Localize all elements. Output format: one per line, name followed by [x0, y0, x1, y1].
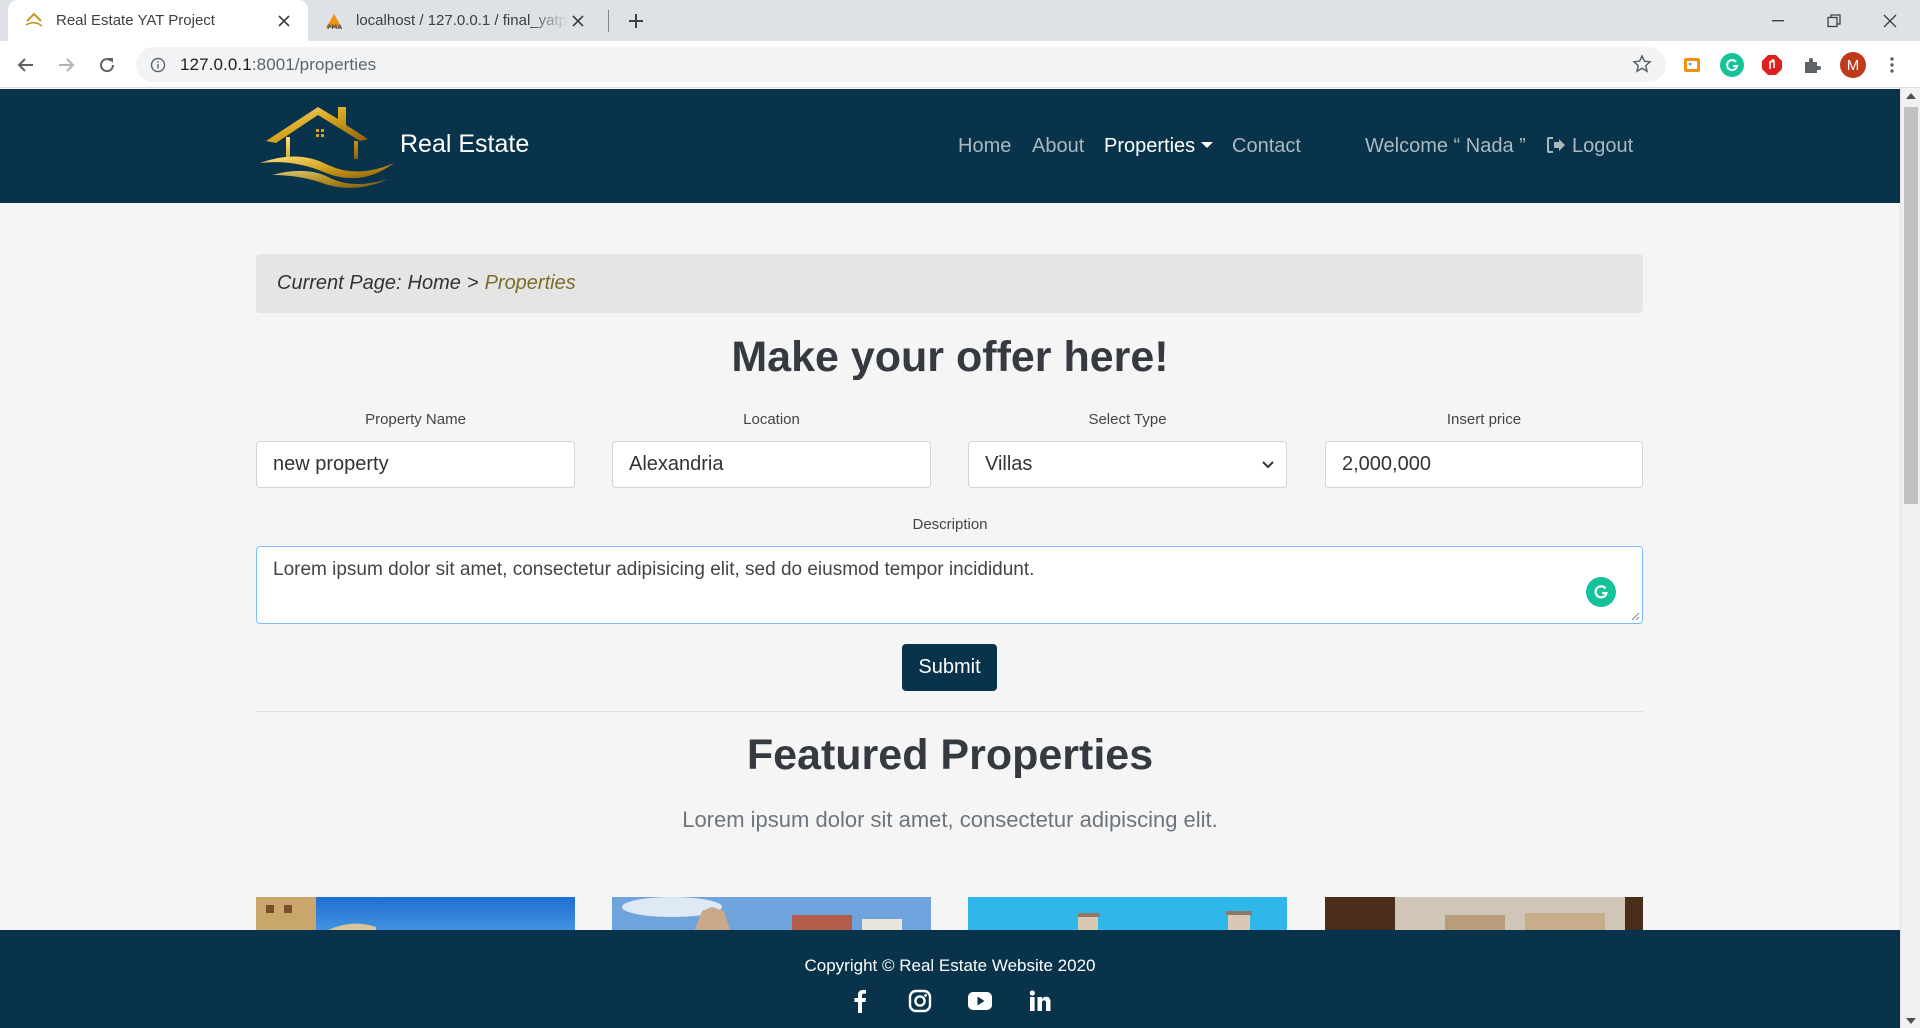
offer-heading: Make your offer here!	[731, 333, 1169, 381]
description-text: Lorem ipsum dolor sit amet, consectetur …	[273, 559, 1035, 580]
address-bar[interactable]: 127.0.0.1:8001/properties	[136, 47, 1666, 82]
price-input[interactable]: 2,000,000	[1325, 441, 1643, 488]
breadcrumb: Current Page: Home > Properties	[256, 254, 1643, 313]
grammarly-icon[interactable]	[1586, 577, 1616, 607]
tab-title: localhost / 127.0.0.1 / final_yatproject	[356, 12, 568, 29]
profile-avatar[interactable]: M	[1840, 52, 1866, 78]
url-host: 127.0.0.1	[180, 54, 252, 74]
property-name-input[interactable]: new property	[256, 441, 575, 488]
site-navbar: Real Estate Home About Properties Contac…	[0, 89, 1900, 203]
extensions-puzzle-icon[interactable]	[1800, 53, 1824, 77]
insert-price-label: Insert price	[1446, 411, 1522, 428]
type-select[interactable]: Villas	[968, 441, 1287, 488]
browser-tab-active[interactable]: Real Estate YAT Project	[8, 0, 308, 41]
linkedin-icon[interactable]	[1026, 987, 1054, 1015]
house-favicon-icon	[24, 11, 44, 31]
social-links	[0, 987, 1900, 1015]
featured-lead: Lorem ipsum dolor sit amet, consectetur …	[682, 807, 1218, 832]
site-info-icon[interactable]	[148, 55, 168, 75]
bookmark-star-icon[interactable]	[1632, 54, 1654, 76]
location-label: Location	[743, 411, 800, 428]
location-input[interactable]: Alexandria	[612, 441, 931, 488]
dropdown-caret-icon	[1201, 142, 1214, 148]
brand-name: Real Estate	[400, 129, 530, 158]
tab-title: Real Estate YAT Project	[56, 12, 215, 29]
tab-divider	[608, 10, 609, 32]
breadcrumb-current: Properties	[484, 272, 576, 294]
nav-contact[interactable]: Contact	[1232, 135, 1301, 158]
nav-properties-label: Properties	[1104, 135, 1196, 157]
back-icon[interactable]	[10, 49, 42, 81]
select-type-label: Select Type	[1088, 411, 1167, 428]
grammarly-extension-icon[interactable]	[1720, 53, 1744, 77]
scrollbar-thumb[interactable]	[1904, 107, 1918, 504]
close-window-icon[interactable]	[1862, 0, 1918, 41]
forward-icon[interactable]	[50, 49, 82, 81]
logout-link[interactable]: Logout	[1546, 135, 1633, 158]
facebook-icon[interactable]	[846, 987, 874, 1015]
nav-home[interactable]: Home	[958, 135, 1011, 158]
type-select-value: Villas	[985, 453, 1033, 475]
close-tab-icon[interactable]	[274, 11, 294, 31]
scroll-up-icon[interactable]	[1906, 93, 1916, 99]
adblock-extension-icon[interactable]	[1760, 53, 1784, 77]
browser-toolbar: 127.0.0.1:8001/properties M	[0, 41, 1920, 88]
browser-tab-phpmyadmin[interactable]: PMA localhost / 127.0.0.1 / final_yatpro…	[312, 0, 602, 41]
description-label: Description	[912, 516, 988, 533]
section-divider	[256, 711, 1643, 712]
logout-icon	[1547, 136, 1565, 153]
browser-menu-icon[interactable]	[1880, 53, 1904, 77]
image-extension-icon[interactable]	[1680, 53, 1704, 77]
copyright-text: Copyright © Real Estate Website 2020	[804, 956, 1096, 975]
submit-button[interactable]: Submit	[902, 644, 997, 691]
brand[interactable]: Real Estate	[258, 101, 531, 191]
close-tab-icon[interactable]	[568, 11, 588, 31]
description-textarea[interactable]: Lorem ipsum dolor sit amet, consectetur …	[256, 546, 1643, 624]
chevron-down-icon	[1262, 460, 1274, 468]
resize-handle-icon[interactable]	[1630, 611, 1640, 621]
breadcrumb-home[interactable]: Home	[408, 272, 461, 295]
url-path: :8001/properties	[251, 54, 377, 74]
featured-heading: Featured Properties	[746, 731, 1154, 779]
page-viewport: Real Estate Home About Properties Contac…	[0, 89, 1900, 1028]
svg-text:PMA: PMA	[327, 24, 342, 30]
real-estate-logo	[260, 107, 394, 188]
reload-icon[interactable]	[91, 49, 123, 81]
restore-icon[interactable]	[1806, 0, 1862, 41]
minimize-icon[interactable]	[1750, 0, 1806, 41]
nav-about[interactable]: About	[1032, 135, 1084, 158]
breadcrumb-prefix: Current Page:	[277, 272, 402, 294]
breadcrumb-separator: >	[466, 272, 479, 294]
browser-tab-strip: Real Estate YAT Project PMA localhost / …	[0, 0, 1920, 41]
welcome-user: Welcome “ Nada ”	[1365, 135, 1526, 157]
page-scrollbar[interactable]	[1900, 89, 1920, 1028]
url-text: 127.0.0.1:8001/properties	[180, 55, 376, 75]
phpmyadmin-favicon-icon: PMA	[324, 11, 344, 31]
site-footer: Copyright © Real Estate Website 2020	[0, 930, 1900, 1028]
scroll-down-icon[interactable]	[1906, 1018, 1916, 1024]
property-name-label: Property Name	[365, 411, 466, 428]
new-tab-icon[interactable]	[622, 8, 650, 34]
youtube-icon[interactable]	[966, 987, 994, 1015]
logout-label: Logout	[1572, 135, 1634, 157]
instagram-icon[interactable]	[906, 987, 934, 1015]
nav-properties[interactable]: Properties	[1104, 135, 1214, 158]
